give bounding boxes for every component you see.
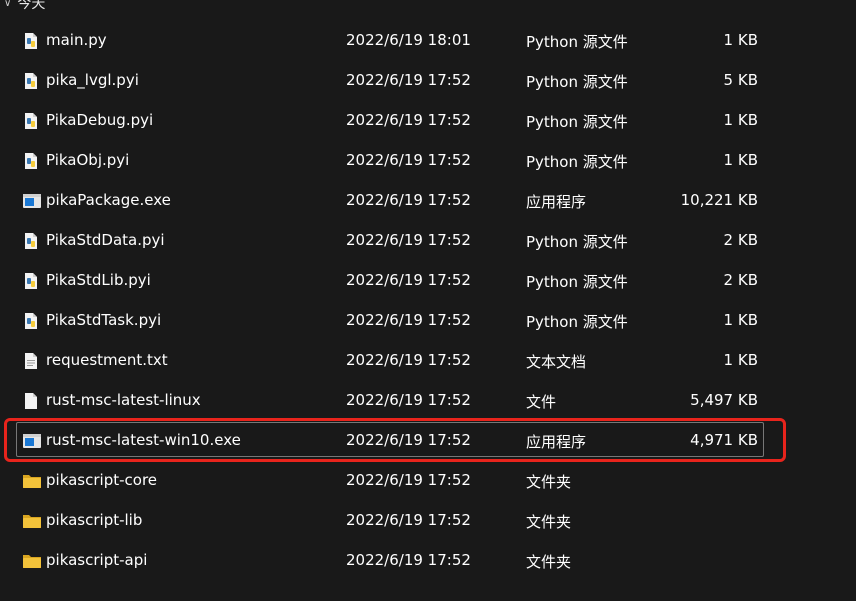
file-name: requestment.txt bbox=[46, 351, 168, 369]
file-name: PikaStdData.pyi bbox=[46, 231, 165, 249]
file-row[interactable]: PikaDebug.pyi 2022/6/19 17:52 Python 源文件 1 … bbox=[0, 100, 856, 140]
file-type: 文件夹 bbox=[526, 473, 572, 491]
file-type: 文件 bbox=[526, 393, 557, 411]
file-row[interactable]: pikascript-api 2022/6/19 17:52 文件夹 bbox=[0, 540, 856, 580]
file-date-modified: 2022/6/19 17:52 bbox=[346, 431, 471, 449]
file-row[interactable]: main.py 2022/6/19 18:01 Python 源文件 1 KB bbox=[0, 20, 856, 60]
file-size: 1 KB bbox=[723, 111, 758, 129]
file-type: Python 源文件 bbox=[526, 113, 628, 131]
exe-file-icon bbox=[22, 432, 41, 450]
file-date-modified: 2022/6/19 17:52 bbox=[346, 391, 471, 409]
file-size: 2 KB bbox=[723, 231, 758, 249]
file-name: pika_lvgl.pyi bbox=[46, 71, 139, 89]
file-type: Python 源文件 bbox=[526, 233, 628, 251]
file-size: 1 KB bbox=[723, 351, 758, 369]
folder-icon bbox=[22, 472, 41, 490]
python-file-icon bbox=[22, 72, 40, 90]
file-row[interactable]: PikaStdData.pyi 2022/6/19 17:52 Python 源文件… bbox=[0, 220, 856, 260]
file-date-modified: 2022/6/19 17:52 bbox=[346, 511, 471, 529]
file-date-modified: 2022/6/19 17:52 bbox=[346, 351, 471, 369]
file-type: Python 源文件 bbox=[526, 73, 628, 91]
file-size: 5,497 KB bbox=[690, 391, 758, 409]
file-row[interactable]: pika_lvgl.pyi 2022/6/19 17:52 Python 源文件 5 … bbox=[0, 60, 856, 100]
file-name: pikascript-api bbox=[46, 551, 148, 569]
file-type: 应用程序 bbox=[526, 193, 587, 211]
file-size: 4,971 KB bbox=[690, 431, 758, 449]
file-row[interactable]: rust-msc-latest-linux 2022/6/19 17:52 文件 5,… bbox=[0, 380, 856, 420]
file-name: pikaPackage.exe bbox=[46, 191, 171, 209]
file-date-modified: 2022/6/19 17:52 bbox=[346, 271, 471, 289]
file-name: PikaStdTask.pyi bbox=[46, 311, 162, 329]
file-date-modified: 2022/6/19 17:52 bbox=[346, 151, 471, 169]
file-size: 10,221 KB bbox=[680, 191, 758, 209]
file-name: PikaObj.pyi bbox=[46, 151, 130, 169]
file-date-modified: 2022/6/19 17:52 bbox=[346, 551, 471, 569]
exe-file-icon bbox=[22, 192, 41, 210]
file-row[interactable]: pikaPackage.exe 2022/6/19 17:52 应用程序 10,221… bbox=[0, 180, 856, 220]
file-size: 1 KB bbox=[723, 31, 758, 49]
file-date-modified: 2022/6/19 17:52 bbox=[346, 231, 471, 249]
file-row[interactable]: rust-msc-latest-win10.exe 2022/6/19 17:52… bbox=[0, 420, 856, 460]
file-date-modified: 2022/6/19 17:52 bbox=[346, 191, 471, 209]
file-row[interactable]: PikaStdLib.pyi 2022/6/19 17:52 Python 源文件 2… bbox=[0, 260, 856, 300]
blank-file-icon bbox=[22, 392, 40, 410]
file-name: PikaDebug.pyi bbox=[46, 111, 154, 129]
file-row[interactable]: pikascript-core 2022/6/19 17:52 文件夹 bbox=[0, 460, 856, 500]
file-size: 5 KB bbox=[723, 71, 758, 89]
python-file-icon bbox=[22, 32, 40, 50]
file-type: 文本文档 bbox=[526, 353, 587, 371]
file-name: rust-msc-latest-win10.exe bbox=[46, 431, 241, 449]
file-date-modified: 2022/6/19 18:01 bbox=[346, 31, 471, 49]
file-date-modified: 2022/6/19 17:52 bbox=[346, 71, 471, 89]
file-type: Python 源文件 bbox=[526, 273, 628, 291]
file-row[interactable]: PikaObj.pyi 2022/6/19 17:52 Python 源文件 1 KB bbox=[0, 140, 856, 180]
folder-icon bbox=[22, 552, 41, 570]
file-name: main.py bbox=[46, 31, 107, 49]
python-file-icon bbox=[22, 152, 40, 170]
chevron-down-icon[interactable]: ∨ bbox=[4, 0, 11, 9]
file-size: 1 KB bbox=[723, 151, 758, 169]
file-type: 文件夹 bbox=[526, 553, 572, 571]
group-label: 今天 bbox=[17, 0, 46, 12]
file-size: 1 KB bbox=[723, 311, 758, 329]
file-type: Python 源文件 bbox=[526, 33, 628, 51]
file-name: pikascript-lib bbox=[46, 511, 143, 529]
file-type: 文件夹 bbox=[526, 513, 572, 531]
folder-icon bbox=[22, 512, 41, 530]
file-row[interactable]: PikaStdTask.pyi 2022/6/19 17:52 Python 源文件… bbox=[0, 300, 856, 340]
file-name: pikascript-core bbox=[46, 471, 158, 489]
python-file-icon bbox=[22, 232, 40, 250]
group-header-today[interactable]: ∨ 今天 bbox=[4, 0, 45, 13]
file-row[interactable]: pikascript-lib 2022/6/19 17:52 文件夹 bbox=[0, 500, 856, 540]
file-type: 应用程序 bbox=[526, 433, 587, 451]
file-row[interactable]: requestment.txt 2022/6/19 17:52 文本文档 1 KB bbox=[0, 340, 856, 380]
python-file-icon bbox=[22, 312, 40, 330]
python-file-icon bbox=[22, 272, 40, 290]
file-type: Python 源文件 bbox=[526, 153, 628, 171]
file-date-modified: 2022/6/19 17:52 bbox=[346, 311, 471, 329]
file-name: rust-msc-latest-linux bbox=[46, 391, 201, 409]
file-name: PikaStdLib.pyi bbox=[46, 271, 151, 289]
python-file-icon bbox=[22, 112, 40, 130]
file-size: 2 KB bbox=[723, 271, 758, 289]
file-type: Python 源文件 bbox=[526, 313, 628, 331]
file-date-modified: 2022/6/19 17:52 bbox=[346, 111, 471, 129]
file-date-modified: 2022/6/19 17:52 bbox=[346, 471, 471, 489]
text-file-icon bbox=[22, 352, 40, 370]
